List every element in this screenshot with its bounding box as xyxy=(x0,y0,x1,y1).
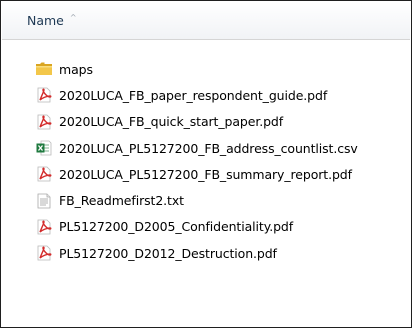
excel-csv-file-icon xyxy=(33,137,55,159)
folder-icon xyxy=(33,58,55,80)
list-item-file[interactable]: FB_Readmefirst2.txt xyxy=(1,187,411,213)
list-item-file[interactable]: 2020LUCA_PL5127200_FB_address_countlist.… xyxy=(1,135,411,161)
name-column-header[interactable]: Name ^ xyxy=(2,2,410,39)
list-item-file[interactable]: 2020LUCA_FB_paper_respondent_guide.pdf xyxy=(1,82,411,108)
list-item-file[interactable]: 2020LUCA_PL5127200_FB_summary_report.pdf xyxy=(1,161,411,187)
list-item-file[interactable]: PL5127200_D2012_Destruction.pdf xyxy=(1,240,411,266)
file-explorer-pane: Name ^ maps 2020LUCA_FB_paper_respondent… xyxy=(0,0,412,328)
file-name: 2020LUCA_FB_quick_start_paper.pdf xyxy=(59,114,284,130)
pdf-file-icon xyxy=(33,242,55,264)
pdf-file-icon xyxy=(33,216,55,238)
file-name: FB_Readmefirst2.txt xyxy=(59,193,184,209)
file-name: PL5127200_D2005_Confidentiality.pdf xyxy=(59,219,294,235)
file-list: maps 2020LUCA_FB_paper_respondent_guide.… xyxy=(1,56,411,266)
file-name: 2020LUCA_FB_paper_respondent_guide.pdf xyxy=(59,87,328,103)
text-file-icon xyxy=(33,190,55,212)
file-name: maps xyxy=(59,61,93,77)
pdf-file-icon xyxy=(33,111,55,133)
file-name: 2020LUCA_PL5127200_FB_summary_report.pdf xyxy=(59,166,352,182)
pdf-file-icon xyxy=(33,163,55,185)
name-column-label: Name xyxy=(27,13,64,28)
file-name: 2020LUCA_PL5127200_FB_address_countlist.… xyxy=(59,140,358,156)
list-item-folder-maps[interactable]: maps xyxy=(1,56,411,82)
sort-ascending-icon: ^ xyxy=(69,13,77,22)
column-header-bar: Name ^ xyxy=(2,2,410,40)
list-item-file[interactable]: 2020LUCA_FB_quick_start_paper.pdf xyxy=(1,109,411,135)
list-item-file[interactable]: PL5127200_D2005_Confidentiality.pdf xyxy=(1,214,411,240)
pdf-file-icon xyxy=(33,84,55,106)
file-name: PL5127200_D2012_Destruction.pdf xyxy=(59,245,277,261)
